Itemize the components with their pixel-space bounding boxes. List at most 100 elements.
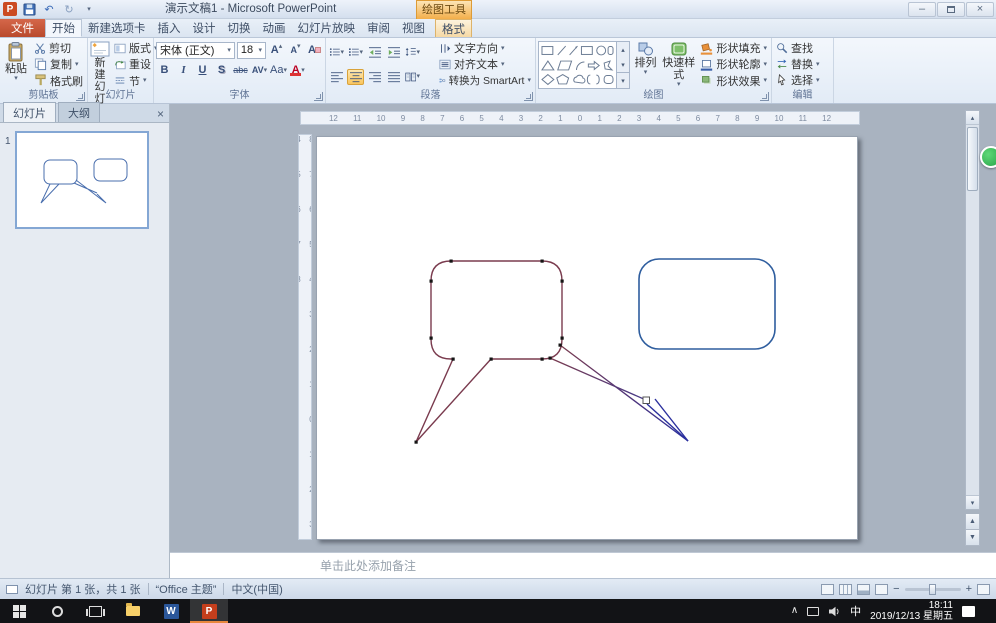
clipboard-dialog-launcher[interactable] — [76, 92, 85, 101]
format-painter-button[interactable]: 格式刷 — [32, 73, 85, 89]
zoom-out-button[interactable]: − — [893, 584, 899, 595]
slide-canvas[interactable] — [316, 136, 858, 540]
replace-button[interactable]: 替换 ▾ — [774, 56, 831, 72]
hidden-icons-chevron[interactable]: ∧ — [791, 606, 798, 616]
shape-fill-button[interactable]: 形状填充 ▾ — [698, 40, 769, 56]
tab-design[interactable]: 设计 — [187, 19, 222, 37]
tail-drag-handle[interactable] — [643, 397, 650, 404]
grow-font-button[interactable]: A▴ — [268, 42, 285, 58]
shape-effects-button[interactable]: 形状效果 ▾ — [698, 73, 769, 89]
bullets-button[interactable]: ▾ — [328, 44, 345, 60]
save-button[interactable] — [21, 2, 37, 17]
select-button[interactable]: 选择 ▾ — [774, 72, 831, 88]
align-left-button[interactable] — [328, 69, 345, 85]
undo-button[interactable]: ↶ — [41, 2, 57, 17]
tab-home[interactable]: 开始 — [45, 19, 82, 37]
font-color-button[interactable]: A ▾ — [289, 62, 306, 78]
line-spacing-button[interactable]: ▾ — [404, 44, 421, 60]
maximize-button[interactable] — [937, 2, 965, 17]
tab-format[interactable]: 格式 — [435, 19, 472, 37]
drawing-dialog-launcher[interactable] — [760, 92, 769, 101]
close-button[interactable]: × — [966, 2, 994, 17]
shape-outline-button[interactable]: 形状轮廓 ▾ — [698, 56, 769, 72]
vertical-scrollbar[interactable]: ▴ ▾ — [965, 110, 980, 510]
panel-tab-slides[interactable]: 幻灯片 — [3, 102, 56, 122]
start-button[interactable] — [0, 599, 38, 623]
ime-indicator[interactable]: 中 — [850, 603, 861, 619]
character-spacing-button[interactable]: AV▾ — [251, 62, 268, 78]
slideshow-view-button[interactable] — [875, 584, 888, 595]
slide-thumbnail[interactable] — [15, 131, 149, 229]
reset-button[interactable]: 重设 — [112, 56, 160, 72]
file-explorer-button[interactable] — [114, 599, 152, 623]
font-dialog-launcher[interactable] — [314, 92, 323, 101]
copy-button[interactable]: 复制 ▾ — [32, 56, 85, 72]
text-direction-button[interactable]: 文字方向 ▾ — [437, 40, 533, 56]
bold-button[interactable]: B — [156, 62, 173, 78]
strikethrough-button[interactable]: abc — [232, 62, 249, 78]
word-taskbar-button[interactable]: W — [152, 599, 190, 623]
font-name-combo[interactable]: 宋体 (正文) ▾ — [156, 42, 235, 59]
gallery-more-button[interactable]: ▾ — [617, 72, 629, 88]
decrease-indent-button[interactable] — [366, 44, 383, 60]
scroll-up-button[interactable]: ▴ — [966, 111, 979, 125]
powerpoint-taskbar-button[interactable]: P — [190, 599, 228, 623]
find-button[interactable]: 查找 — [774, 40, 831, 56]
search-button[interactable] — [38, 599, 76, 623]
change-case-button[interactable]: Aa▾ — [270, 62, 287, 78]
quick-styles-button[interactable]: 快速样式 ▾ — [661, 40, 696, 89]
shrink-font-button[interactable]: A▾ — [287, 42, 304, 58]
previous-slide-button[interactable]: ▲ — [965, 514, 980, 530]
paragraph-dialog-launcher[interactable] — [524, 92, 533, 101]
tab-animations[interactable]: 动画 — [257, 19, 292, 37]
scrollbar-thumb[interactable] — [967, 127, 978, 191]
notes-pane[interactable]: 单击此处添加备注 — [170, 552, 996, 578]
layout-button[interactable]: 版式 ▾ — [112, 40, 160, 56]
arrange-button[interactable]: 排列 ▾ — [632, 40, 659, 89]
tab-slideshow[interactable]: 幻灯片放映 — [292, 19, 362, 37]
font-size-combo[interactable]: 18 ▾ — [237, 42, 266, 59]
text-shadow-button[interactable]: S — [213, 62, 230, 78]
tab-custom[interactable]: 新建选项卡 — [82, 19, 152, 37]
panel-close-button[interactable]: × — [157, 108, 164, 120]
theme-name[interactable]: “Office 主题” — [156, 581, 217, 597]
zoom-slider[interactable] — [905, 588, 961, 591]
new-slide-button[interactable]: 新建 幻灯片▾ — [90, 40, 110, 89]
zoom-in-button[interactable]: + — [966, 584, 972, 595]
convert-to-smartart-button[interactable]: 转换为 SmartArt ▾ — [437, 73, 533, 89]
normal-view-button[interactable] — [821, 584, 834, 595]
qat-customize-button[interactable]: ▾ — [81, 2, 97, 17]
zoom-slider-thumb[interactable] — [929, 584, 936, 595]
volume-icon[interactable] — [828, 606, 841, 617]
tab-file[interactable]: 文件 — [0, 19, 45, 37]
network-display-icon[interactable] — [807, 607, 819, 616]
italic-button[interactable]: I — [175, 62, 192, 78]
redo-button[interactable]: ↻ — [61, 2, 77, 17]
cut-button[interactable]: 剪切 — [32, 40, 85, 56]
columns-button[interactable]: ▾ — [404, 69, 421, 85]
align-right-button[interactable] — [366, 69, 383, 85]
increase-indent-button[interactable] — [385, 44, 402, 60]
clear-formatting-button[interactable]: A — [306, 42, 323, 58]
gallery-scroll-down-button[interactable]: ▾ — [617, 57, 629, 72]
shape-gallery[interactable] — [538, 41, 617, 89]
horizontal-ruler[interactable]: 12 11 10 9 8 7 6 5 4 3 2 1 0 1 2 3 4 5 6… — [300, 111, 860, 125]
tab-review[interactable]: 审阅 — [361, 19, 396, 37]
align-text-button[interactable]: 对齐文本 ▾ — [437, 56, 533, 72]
slide-sorter-view-button[interactable] — [839, 584, 852, 595]
fit-to-window-button[interactable] — [977, 584, 990, 595]
tab-view[interactable]: 视图 — [396, 19, 431, 37]
reading-view-button[interactable] — [857, 584, 870, 595]
underline-button[interactable]: U — [194, 62, 211, 78]
next-slide-button[interactable]: ▼ — [965, 530, 980, 546]
action-center-icon[interactable] — [962, 606, 975, 617]
paste-button[interactable]: 粘贴 ▾ — [2, 40, 30, 89]
section-button[interactable]: 节 ▾ — [112, 73, 160, 89]
taskbar-clock[interactable]: 18:11 2019/12/13 星期五 — [870, 600, 953, 622]
align-center-button[interactable] — [347, 69, 364, 85]
numbering-button[interactable]: ▾ — [347, 44, 364, 60]
panel-tab-outline[interactable]: 大纲 — [58, 102, 100, 122]
tab-transitions[interactable]: 切换 — [222, 19, 257, 37]
language-indicator[interactable]: 中文(中国) — [231, 581, 282, 597]
floating-widget-icon[interactable] — [980, 146, 996, 168]
